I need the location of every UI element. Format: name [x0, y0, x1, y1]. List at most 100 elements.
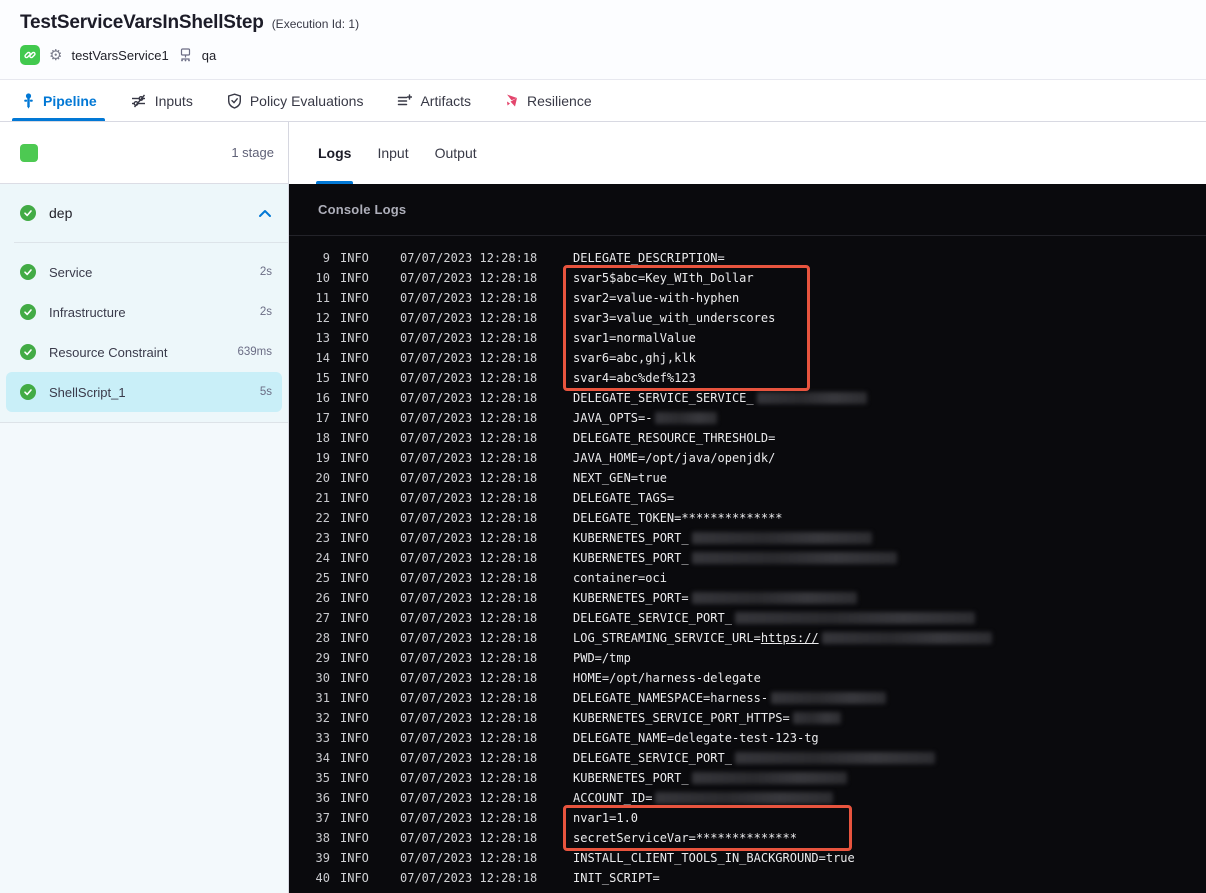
title-row: TestServiceVarsInShellStep (Execution Id… [20, 12, 1206, 34]
console-logs-title: Console Logs [318, 202, 407, 217]
log-line-number: 11 [315, 291, 330, 305]
tab-policy-evaluations[interactable]: Policy Evaluations [227, 80, 364, 121]
log-message: KUBERNETES_SERVICE_PORT_HTTPS= [573, 711, 841, 725]
log-line: 35 INFO 07/07/2023 12:28:18 KUBERNETES_P… [289, 768, 1206, 788]
tab-label: Policy Evaluations [249, 92, 364, 109]
step-row[interactable]: Resource Constraint 639ms [6, 332, 282, 372]
main-tabbar: Pipeline Inputs Policy Evaluations Artif… [0, 80, 1206, 122]
log-line-number: 9 [322, 251, 330, 265]
log-message: NEXT_GEN=true [573, 471, 667, 485]
log-level: INFO [340, 591, 369, 605]
step-row[interactable]: Service 2s [6, 252, 282, 292]
log-level: INFO [340, 831, 369, 845]
log-level: INFO [340, 711, 369, 725]
chevron-up-icon[interactable] [258, 209, 272, 218]
log-level: INFO [340, 651, 369, 665]
step-row[interactable]: Infrastructure 2s [6, 292, 282, 332]
log-timestamp: 07/07/2023 12:28:18 [400, 351, 538, 365]
tab-resilience[interactable]: Resilience [505, 80, 592, 121]
tab-output[interactable]: Output [435, 122, 477, 184]
log-timestamp: 07/07/2023 12:28:18 [400, 311, 538, 325]
tab-inputs[interactable]: Inputs [131, 80, 193, 121]
log-timestamp: 07/07/2023 12:28:18 [400, 371, 538, 385]
log-line-number: 35 [315, 771, 330, 785]
log-line-number: 10 [315, 271, 330, 285]
tab-artifacts[interactable]: Artifacts [397, 80, 471, 121]
log-message: DELEGATE_NAMESPACE=harness- [573, 691, 887, 705]
log-message: LOG_STREAMING_SERVICE_URL= https:// [573, 631, 992, 645]
log-line-number: 39 [315, 851, 330, 865]
log-timestamp: 07/07/2023 12:28:18 [400, 551, 538, 565]
page-title: TestServiceVarsInShellStep [20, 12, 264, 33]
step-name: Resource Constraint [49, 344, 168, 360]
stage-row-dep[interactable]: dep [0, 184, 288, 242]
log-timestamp: 07/07/2023 12:28:18 [400, 851, 538, 865]
log-level: INFO [340, 451, 369, 465]
stage-section: dep [0, 184, 288, 243]
log-message: ACCOUNT_ID= [573, 791, 834, 805]
log-line: 22 INFO 07/07/2023 12:28:18 DELEGATE_TOK… [289, 508, 1206, 528]
execution-sidebar: 1 stage dep Service 2s Infrastructure 2s… [0, 122, 289, 893]
log-level: INFO [340, 851, 369, 865]
log-line-number: 27 [315, 611, 330, 625]
log-line-number: 12 [315, 311, 330, 325]
log-line: 32 INFO 07/07/2023 12:28:18 KUBERNETES_S… [289, 708, 1206, 728]
log-message: DELEGATE_RESOURCE_THRESHOLD= [573, 431, 776, 445]
artifact-list-icon [397, 93, 413, 108]
log-level: INFO [340, 631, 369, 645]
log-timestamp: 07/07/2023 12:28:18 [400, 811, 538, 825]
tab-label: Resilience [527, 92, 592, 109]
redacted-block [655, 412, 718, 424]
log-message: DELEGATE_SERVICE_PORT_ [573, 751, 935, 765]
log-level: INFO [340, 471, 369, 485]
success-check-icon [20, 344, 36, 360]
log-level: INFO [340, 791, 369, 805]
service-name: testVarsService1 [71, 47, 169, 63]
log-timestamp: 07/07/2023 12:28:18 [400, 791, 538, 805]
log-link[interactable]: https:// [761, 631, 819, 645]
tab-logs[interactable]: Logs [315, 122, 354, 184]
redacted-block [691, 552, 897, 564]
log-line: 29 INFO 07/07/2023 12:28:18 PWD=/tmp [289, 648, 1206, 668]
log-level: INFO [340, 691, 369, 705]
log-level: INFO [340, 391, 369, 405]
log-line: 26 INFO 07/07/2023 12:28:18 KUBERNETES_P… [289, 588, 1206, 608]
pipeline-icon [22, 92, 35, 109]
log-timestamp: 07/07/2023 12:28:18 [400, 251, 538, 265]
log-line: 39 INFO 07/07/2023 12:28:18 INSTALL_CLIE… [289, 848, 1206, 868]
log-timestamp: 07/07/2023 12:28:18 [400, 591, 538, 605]
log-line: 17 INFO 07/07/2023 12:28:18 JAVA_OPTS=- [289, 408, 1206, 428]
console-logs-header: Console Logs [289, 184, 1206, 236]
stage-name: dep [49, 205, 73, 221]
log-level: INFO [340, 771, 369, 785]
log-message: INSTALL_CLIENT_TOOLS_IN_BACKGROUND=true [573, 851, 855, 865]
environment-name: qa [201, 47, 217, 63]
tab-input[interactable]: Input [377, 122, 408, 184]
stage-count-label: 1 stage [231, 145, 274, 160]
entity-row: ⚙ testVarsService1 qa [20, 45, 1206, 65]
redacted-block [734, 752, 935, 764]
log-message: DELEGATE_DESCRIPTION= [573, 251, 725, 265]
log-line: 30 INFO 07/07/2023 12:28:18 HOME=/opt/ha… [289, 668, 1206, 688]
log-timestamp: 07/07/2023 12:28:18 [400, 571, 538, 585]
log-message: HOME=/opt/harness-delegate [573, 671, 761, 685]
log-message: svar3=value_with_underscores [573, 311, 776, 325]
log-line-number: 20 [315, 471, 330, 485]
redacted-block [655, 792, 834, 804]
log-line: 24 INFO 07/07/2023 12:28:18 KUBERNETES_P… [289, 548, 1206, 568]
tab-pipeline[interactable]: Pipeline [12, 80, 105, 121]
step-row[interactable]: ShellScript_1 5s [6, 372, 282, 412]
stage-status-square [20, 143, 38, 162]
log-message: JAVA_OPTS=- [573, 411, 718, 425]
log-level: INFO [340, 431, 369, 445]
log-timestamp: 07/07/2023 12:28:18 [400, 271, 538, 285]
log-timestamp: 07/07/2023 12:28:18 [400, 711, 538, 725]
log-line-number: 26 [315, 591, 330, 605]
log-timestamp: 07/07/2023 12:28:18 [400, 831, 538, 845]
log-line-number: 30 [315, 671, 330, 685]
log-message: INIT_SCRIPT= [573, 871, 660, 885]
log-line-number: 14 [315, 351, 330, 365]
log-timestamp: 07/07/2023 12:28:18 [400, 751, 538, 765]
log-line: 33 INFO 07/07/2023 12:28:18 DELEGATE_NAM… [289, 728, 1206, 748]
log-line: 20 INFO 07/07/2023 12:28:18 NEXT_GEN=tru… [289, 468, 1206, 488]
